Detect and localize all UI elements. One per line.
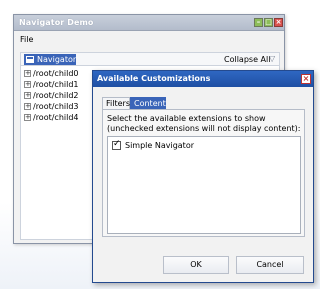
menu-bar: File (14, 32, 284, 46)
expand-icon[interactable]: + (24, 70, 31, 77)
extension-label: Simple Navigator (125, 141, 195, 150)
expand-icon[interactable]: + (24, 114, 31, 121)
cancel-button[interactable]: Cancel (236, 256, 304, 274)
tab-content[interactable]: Content (130, 97, 166, 109)
tree-item-label: /root/child4 (33, 113, 79, 122)
navigator-tab-label: Navigator (37, 55, 77, 64)
expand-icon[interactable]: + (24, 92, 31, 99)
maximize-icon[interactable]: □ (264, 18, 273, 27)
tree-item-label: /root/child0 (33, 69, 79, 78)
collapse-all-link[interactable]: Collapse All (224, 55, 270, 64)
tree-item-label: /root/child3 (33, 102, 79, 111)
customizations-dialog: Available Customizations × Filters Conte… (92, 70, 314, 283)
tree-item-label: /root/child1 (33, 80, 79, 89)
tree-item-label: /root/child2 (33, 91, 79, 100)
close-icon[interactable]: × (301, 74, 311, 84)
close-icon[interactable]: × (274, 18, 283, 27)
tab-filters[interactable]: Filters (102, 97, 130, 109)
content-panel: Select the available extensions to show … (102, 109, 305, 237)
chevron-down-icon[interactable]: ▽ (269, 54, 275, 63)
expand-icon[interactable]: + (24, 103, 31, 110)
ok-button[interactable]: OK (163, 256, 229, 274)
extensions-description: Select the available extensions to show … (107, 114, 301, 133)
checkmark-icon: ✓ (113, 139, 121, 149)
expand-icon[interactable]: + (24, 81, 31, 88)
tree-item[interactable]: +/root/child3 (24, 102, 79, 113)
window-title-bar[interactable]: Navigator Demo – □ × (14, 15, 284, 31)
window-title: Navigator Demo (19, 18, 94, 27)
extension-checkbox[interactable]: ✓ (112, 139, 121, 150)
tree-item[interactable]: +/root/child0 (24, 69, 79, 80)
dialog-title: Available Customizations (97, 74, 211, 83)
list-item[interactable]: ✓ Simple Navigator (112, 139, 195, 152)
tree-item[interactable]: +/root/child1 (24, 80, 79, 91)
menu-file[interactable]: File (20, 35, 33, 44)
navigator-tab[interactable]: Navigator (24, 54, 76, 65)
tree-item[interactable]: +/root/child2 (24, 91, 79, 102)
window-icon (26, 56, 34, 63)
dialog-title-bar[interactable]: Available Customizations × (93, 71, 313, 87)
minimize-icon[interactable]: – (254, 18, 263, 27)
navigator-header: Navigator Collapse All ▽ (20, 52, 280, 66)
tree-item[interactable]: +/root/child4 (24, 113, 79, 124)
extensions-list: ✓ Simple Navigator (107, 136, 301, 234)
